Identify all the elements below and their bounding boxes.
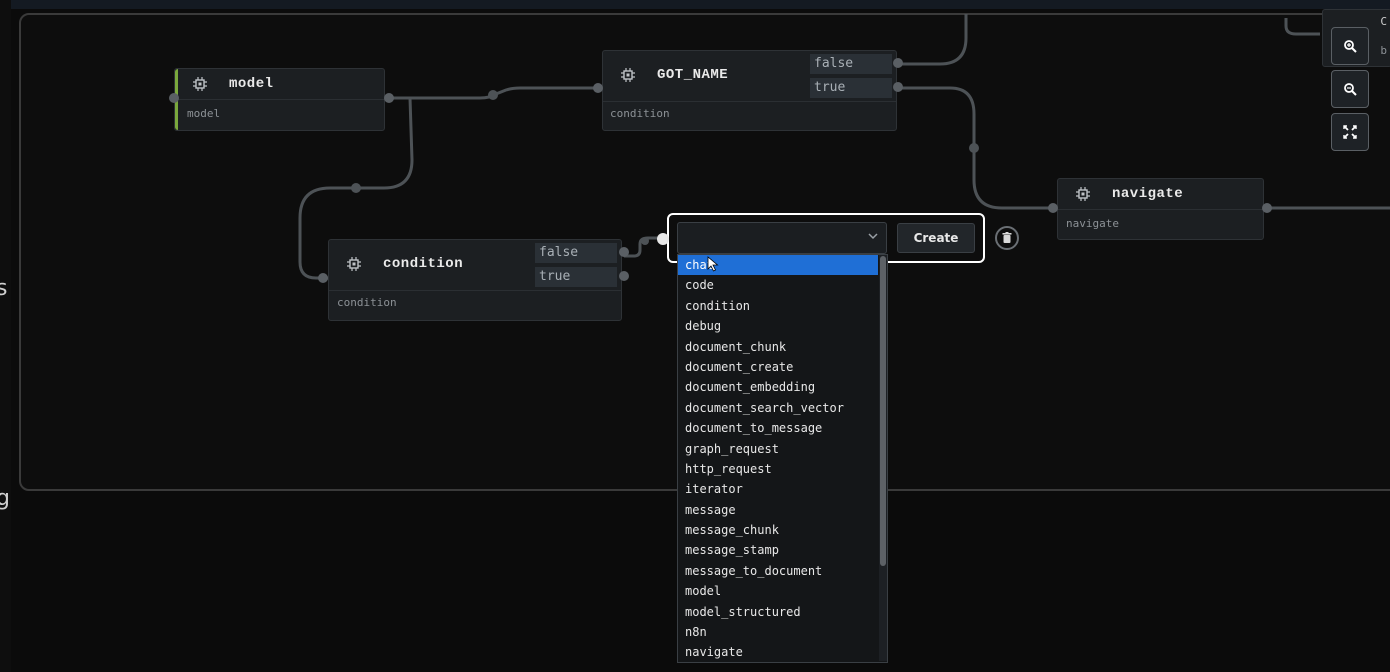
mouse-cursor-icon bbox=[707, 256, 719, 272]
node-subtitle: condition bbox=[610, 107, 670, 120]
node-model[interactable]: model model bbox=[174, 68, 385, 131]
dropdown-option[interactable]: document_to_message bbox=[678, 418, 887, 438]
node-subtitle: navigate bbox=[1066, 217, 1119, 230]
node-got-name[interactable]: GOT_NAME false true condition bbox=[602, 50, 897, 131]
node-type-select[interactable] bbox=[677, 222, 887, 254]
input-port[interactable] bbox=[169, 93, 179, 103]
fit-view-button[interactable] bbox=[1331, 113, 1369, 151]
dropdown-option[interactable]: message_chunk bbox=[678, 520, 887, 540]
port-true-label: true bbox=[810, 78, 892, 98]
node-type-dropdown-list[interactable]: chat code condition debug document_chunk docu… bbox=[677, 254, 888, 663]
output-port-false[interactable] bbox=[893, 58, 903, 68]
chip-icon bbox=[1076, 187, 1090, 201]
zoom-out-icon bbox=[1344, 83, 1357, 96]
node-divider bbox=[175, 99, 384, 100]
chip-icon bbox=[193, 77, 207, 91]
dropdown-option[interactable]: graph_request bbox=[678, 439, 887, 459]
input-port[interactable] bbox=[1048, 203, 1058, 213]
node-divider bbox=[603, 101, 896, 102]
dropdown-option[interactable]: model bbox=[678, 581, 887, 601]
chip-icon bbox=[621, 68, 635, 82]
dropdown-option[interactable]: document_chunk bbox=[678, 337, 887, 357]
dropdown-option[interactable]: navigate bbox=[678, 642, 887, 662]
node-title: navigate bbox=[1112, 186, 1184, 202]
create-button[interactable]: Create bbox=[897, 223, 975, 253]
dropdown-option[interactable]: document_embedding bbox=[678, 377, 887, 397]
port-false-label: false bbox=[535, 243, 617, 263]
dropdown-option[interactable]: iterator bbox=[678, 479, 887, 499]
output-port[interactable] bbox=[1262, 203, 1272, 213]
delete-button[interactable] bbox=[995, 226, 1019, 250]
node-title: model bbox=[229, 76, 274, 92]
zoom-in-button[interactable] bbox=[1331, 27, 1369, 65]
input-port[interactable] bbox=[593, 83, 603, 93]
output-port[interactable] bbox=[384, 93, 394, 103]
dropdown-scrollbar[interactable] bbox=[880, 256, 886, 566]
edge-corner-in bbox=[1284, 18, 1320, 36]
edge-gotname-top bbox=[898, 14, 968, 66]
dropdown-option[interactable]: code bbox=[678, 275, 887, 295]
dropdown-option[interactable]: message_stamp bbox=[678, 540, 887, 560]
edge-waypoint bbox=[641, 237, 649, 245]
dropdown-option[interactable]: http_request bbox=[678, 459, 887, 479]
node-navigate[interactable]: navigate navigate bbox=[1057, 178, 1264, 240]
node-title: GOT_NAME bbox=[657, 67, 729, 83]
node-title: C bbox=[1380, 15, 1387, 28]
node-title: condition bbox=[383, 256, 464, 272]
node-divider bbox=[1058, 209, 1263, 210]
output-port-false[interactable] bbox=[619, 247, 629, 257]
dropdown-option[interactable]: document_create bbox=[678, 357, 887, 377]
zoom-in-icon bbox=[1344, 40, 1357, 53]
edge-waypoint bbox=[488, 90, 498, 100]
dropdown-option[interactable]: message_to_document bbox=[678, 561, 887, 581]
dropdown-option[interactable]: document_search_vector bbox=[678, 398, 887, 418]
new-node-input-port[interactable] bbox=[657, 233, 669, 245]
chevron-down-icon bbox=[868, 230, 878, 244]
dropdown-option[interactable]: model_structured bbox=[678, 602, 887, 622]
output-port-true[interactable] bbox=[619, 271, 629, 281]
node-subtitle: model bbox=[187, 107, 221, 120]
port-false-label: false bbox=[810, 54, 892, 74]
node-divider bbox=[329, 290, 621, 291]
dropdown-option[interactable]: condition bbox=[678, 296, 887, 316]
dropdown-option[interactable]: n8n bbox=[678, 622, 887, 642]
node-subtitle: b bbox=[1380, 44, 1387, 57]
input-port[interactable] bbox=[318, 273, 328, 283]
trash-icon bbox=[1002, 232, 1012, 243]
zoom-out-button[interactable] bbox=[1331, 70, 1369, 108]
dropdown-option[interactable]: debug bbox=[678, 316, 887, 336]
node-condition[interactable]: condition false true condition bbox=[328, 239, 622, 321]
edge-waypoint bbox=[969, 143, 979, 153]
edge-waypoint bbox=[351, 183, 361, 193]
node-subtitle: condition bbox=[337, 296, 397, 309]
output-port-true[interactable] bbox=[893, 82, 903, 92]
chip-icon bbox=[347, 257, 361, 271]
dropdown-option[interactable]: message bbox=[678, 500, 887, 520]
fit-view-icon bbox=[1343, 125, 1357, 139]
port-true-label: true bbox=[535, 267, 617, 287]
